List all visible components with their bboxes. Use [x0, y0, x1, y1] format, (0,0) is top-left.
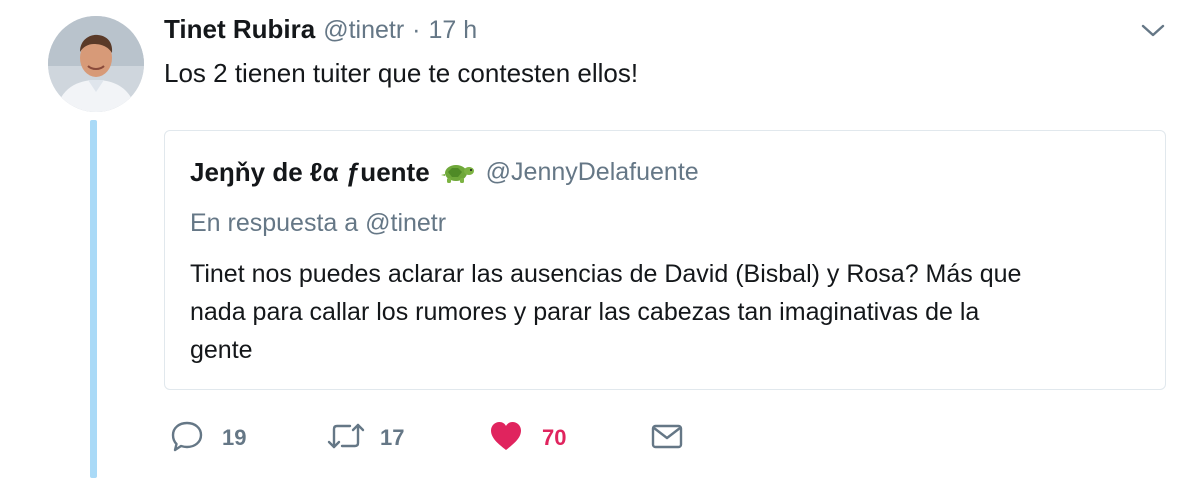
thread-line — [90, 120, 97, 478]
quoted-text-line: nada para callar los rumores y parar las… — [190, 298, 980, 326]
reply-count: 19 — [222, 425, 247, 450]
reply-prefix: En respuesta a — [190, 209, 359, 237]
author-handle[interactable]: @tinetr — [323, 16, 404, 45]
direct-message-button[interactable] — [650, 418, 684, 458]
like-button[interactable]: 70 — [488, 418, 566, 458]
separator-dot: · — [412, 16, 421, 44]
reply-context: En respuesta a @tinetr — [190, 209, 446, 238]
reply-icon — [170, 419, 204, 458]
reply-button[interactable]: 19 — [170, 418, 246, 458]
quoted-author-handle: @JennyDelafuente — [485, 158, 699, 186]
quoted-tweet[interactable]: Jeŋňy de ℓα ƒuente @JennyDelafuente En r… — [164, 130, 1166, 390]
envelope-icon — [650, 419, 684, 458]
retweet-icon — [326, 419, 366, 458]
avatar[interactable] — [48, 16, 144, 112]
timestamp[interactable]: 17 h — [429, 16, 478, 45]
quoted-author-name: Jeŋňy de ℓα ƒuente — [190, 157, 430, 187]
quoted-tweet-text: Tinet nos puedes aclarar las ausencias d… — [190, 255, 1150, 369]
retweet-button[interactable]: 17 — [326, 418, 404, 458]
tweet-header: Tinet Rubira @tinetr · 17 h — [164, 14, 477, 46]
tweet-text: Los 2 tienen tuiter que te contesten ell… — [164, 58, 639, 88]
tweet: Tinet Rubira @tinetr · 17 h Los 2 tienen… — [0, 0, 1198, 478]
heart-icon — [488, 419, 524, 458]
quoted-text-line: Tinet nos puedes aclarar las ausencias d… — [190, 260, 1022, 288]
quoted-text-line: gente — [190, 336, 253, 364]
reply-mention[interactable]: @tinetr — [365, 209, 446, 237]
like-count: 70 — [542, 425, 567, 450]
retweet-count: 17 — [380, 425, 405, 450]
turtle-icon — [440, 160, 476, 186]
quoted-tweet-header: Jeŋňy de ℓα ƒuente @JennyDelafuente — [190, 157, 699, 188]
chevron-down-icon[interactable] — [1140, 20, 1166, 40]
author-name[interactable]: Tinet Rubira — [164, 14, 315, 45]
